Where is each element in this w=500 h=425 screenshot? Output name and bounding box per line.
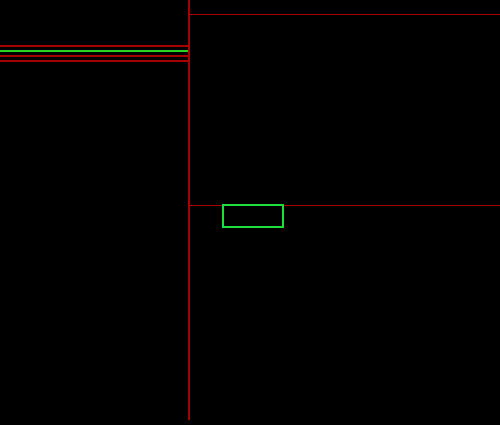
lower-chart [190, 205, 500, 421]
divider-bottom [0, 60, 188, 62]
stock-title [0, 0, 188, 22]
divider-green [0, 50, 188, 52]
quote-panel [0, 0, 190, 420]
divider-mid [0, 55, 188, 57]
lower-chart-svg [190, 206, 500, 421]
highlight-box [222, 204, 284, 228]
upper-chart-svg [190, 15, 500, 195]
stock-subtitle [0, 22, 188, 42]
footer [190, 404, 500, 420]
upper-chart [190, 14, 500, 195]
divider-top [0, 45, 188, 47]
